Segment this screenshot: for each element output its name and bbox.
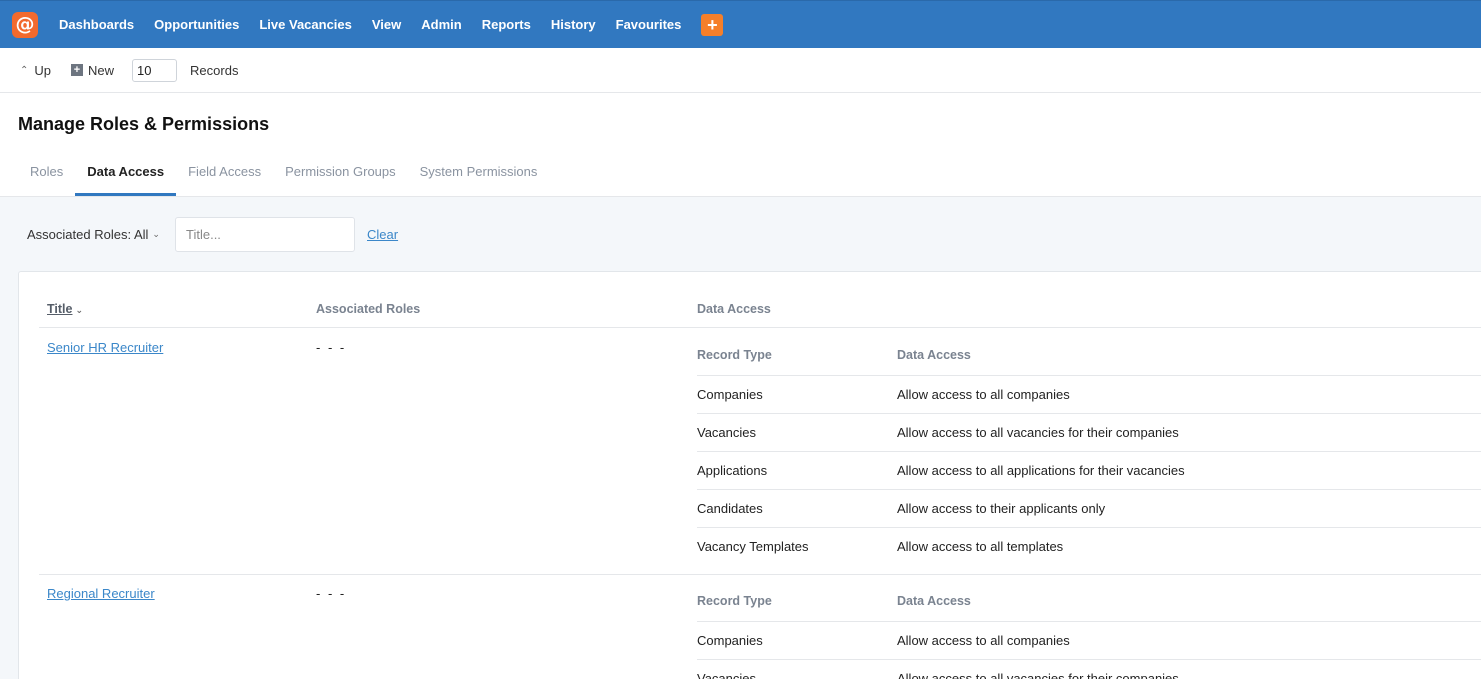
access-row: Candidates Allow access to their applica… bbox=[697, 489, 1481, 527]
access-row: Companies Allow access to all companies bbox=[697, 375, 1481, 413]
records-per-page-input[interactable] bbox=[132, 58, 178, 82]
associated-roles-value: - - - bbox=[316, 586, 347, 601]
toolbar: ⌃ Up + New Records bbox=[0, 48, 1481, 93]
nav-dashboards[interactable]: Dashboards bbox=[59, 17, 134, 32]
records-label: Records bbox=[190, 62, 239, 78]
nav-live-vacancies[interactable]: Live Vacancies bbox=[259, 17, 352, 32]
access-value: Allow access to all vacancies for their … bbox=[897, 671, 1179, 679]
data-access-table: Title ⌄ Associated Roles Data Access Seni… bbox=[18, 271, 1481, 679]
nav-favourites[interactable]: Favourites bbox=[616, 17, 682, 32]
access-row: Vacancies Allow access to all vacancies … bbox=[697, 413, 1481, 451]
access-row: Companies Allow access to all companies bbox=[697, 621, 1481, 659]
chevron-down-icon: ⌄ bbox=[152, 229, 160, 240]
title-search-input[interactable] bbox=[175, 217, 355, 252]
record-type: Candidates bbox=[697, 501, 763, 516]
record-type: Vacancy Templates bbox=[697, 539, 809, 554]
quick-add-button[interactable]: + bbox=[701, 13, 724, 36]
access-value: Allow access to all companies bbox=[897, 387, 1070, 402]
record-type: Companies bbox=[697, 633, 763, 648]
sub-header-record-type: Record Type bbox=[697, 348, 772, 362]
record-type: Companies bbox=[697, 387, 763, 402]
nav-admin[interactable]: Admin bbox=[421, 17, 461, 32]
associated-roles-filter[interactable]: Associated Roles: All ⌄ bbox=[27, 227, 160, 242]
table-row: Regional Recruiter - - - Record Type Dat… bbox=[19, 574, 1481, 679]
access-value: Allow access to all vacancies for their … bbox=[897, 425, 1179, 440]
up-button[interactable]: ⌃ Up bbox=[20, 63, 51, 78]
tab-field-access[interactable]: Field Access bbox=[176, 152, 273, 196]
sub-header-data-access: Data Access bbox=[897, 594, 971, 608]
access-row: Applications Allow access to all applica… bbox=[697, 451, 1481, 489]
top-nav: @ Dashboards Opportunities Live Vacancie… bbox=[0, 0, 1481, 48]
tab-bar: Roles Data Access Field Access Permissio… bbox=[18, 152, 549, 196]
column-header-data-access: Data Access bbox=[697, 302, 771, 316]
column-header-title[interactable]: Title ⌄ bbox=[47, 302, 83, 316]
app-logo-icon[interactable]: @ bbox=[12, 11, 38, 38]
sort-chevron-down-icon: ⌄ bbox=[75, 306, 84, 316]
tab-roles[interactable]: Roles bbox=[18, 152, 75, 196]
tab-data-access[interactable]: Data Access bbox=[75, 152, 177, 196]
page-title: Manage Roles & Permissions bbox=[18, 114, 270, 134]
table-row: Senior HR Recruiter - - - Record Type Da… bbox=[19, 328, 1481, 574]
record-type: Vacancies bbox=[697, 671, 757, 679]
new-label: New bbox=[88, 62, 115, 78]
access-value: Allow access to all templates bbox=[897, 539, 1064, 554]
role-link[interactable]: Regional Recruiter bbox=[47, 586, 155, 601]
nav-opportunities[interactable]: Opportunities bbox=[154, 17, 239, 32]
role-link[interactable]: Senior HR Recruiter bbox=[47, 340, 163, 355]
nav-view[interactable]: View bbox=[372, 17, 401, 32]
associated-roles-value: - - - bbox=[316, 340, 347, 355]
access-value: Allow access to their applicants only bbox=[897, 501, 1106, 516]
chevron-up-icon: ⌃ bbox=[20, 64, 29, 76]
sub-header-data-access: Data Access bbox=[897, 348, 971, 362]
tab-system-permissions[interactable]: System Permissions bbox=[408, 152, 550, 196]
associated-roles-label: Associated Roles: All bbox=[27, 227, 149, 242]
nav-reports[interactable]: Reports bbox=[482, 17, 531, 32]
access-row: Vacancy Templates Allow access to all te… bbox=[697, 527, 1481, 565]
access-value: Allow access to all applications for the… bbox=[897, 463, 1185, 478]
access-value: Allow access to all companies bbox=[897, 633, 1070, 648]
record-type: Vacancies bbox=[697, 425, 757, 440]
tab-permission-groups[interactable]: Permission Groups bbox=[273, 152, 408, 196]
column-header-associated-roles: Associated Roles bbox=[316, 302, 421, 316]
nav-history[interactable]: History bbox=[551, 17, 596, 32]
up-label: Up bbox=[34, 62, 52, 78]
sub-header-record-type: Record Type bbox=[697, 594, 772, 608]
clear-filters-link[interactable]: Clear bbox=[367, 227, 398, 242]
access-row: Vacancies Allow access to all vacancies … bbox=[697, 659, 1481, 679]
plus-icon: + bbox=[71, 64, 84, 76]
new-button[interactable]: + New bbox=[71, 63, 114, 78]
record-type: Applications bbox=[697, 463, 768, 478]
